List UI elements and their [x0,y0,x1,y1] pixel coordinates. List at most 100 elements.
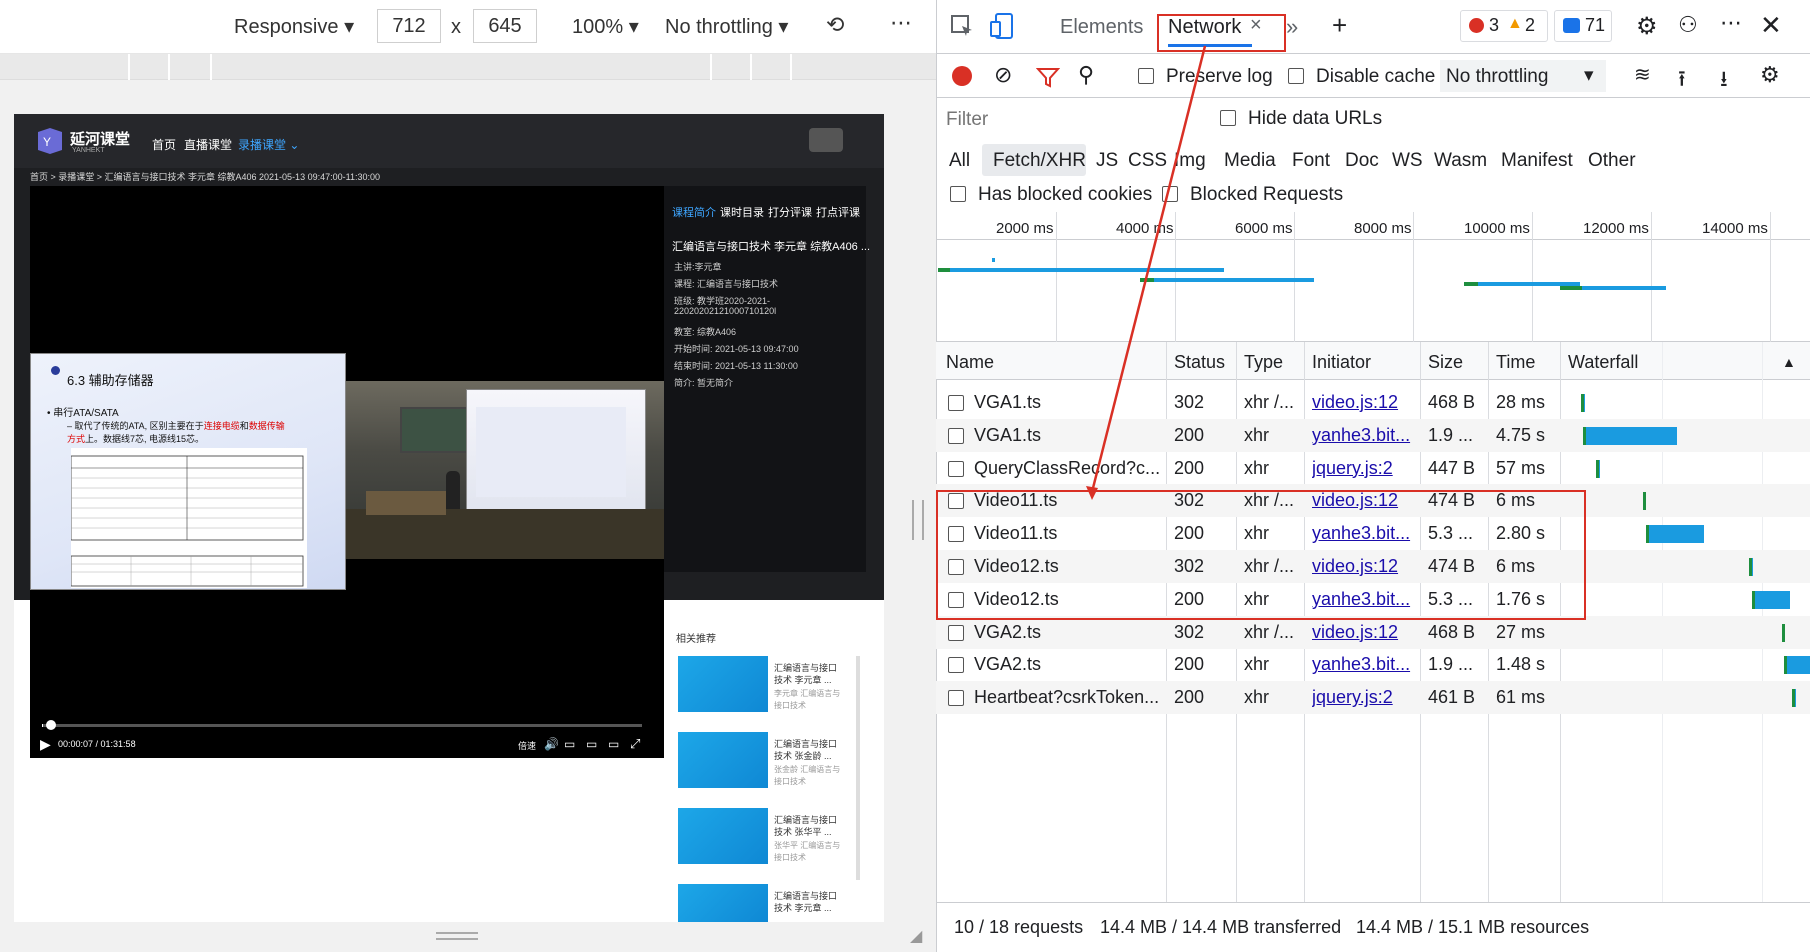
network-settings-icon[interactable]: ⚙ [1760,62,1780,88]
nav-recorded[interactable]: 录播课堂 ⌄ [238,136,299,153]
row-name[interactable]: QueryClassRecord?c... [974,458,1198,479]
kebab-menu-icon[interactable]: ⋯ [1720,10,1742,36]
screen-icon[interactable]: ▭ [586,737,597,751]
network-overview[interactable]: 2000 ms 4000 ms 6000 ms 8000 ms 10000 ms… [936,212,1810,342]
row-initiator[interactable]: yanhe3.bit... [1312,654,1422,675]
rotate-icon[interactable]: ⟲ [826,12,844,38]
type-filter-all[interactable]: All [949,150,970,172]
type-filter-wasm[interactable]: Wasm [1434,150,1487,172]
record-icon[interactable] [952,66,972,86]
tab-mark[interactable]: 打点评课 [816,204,860,220]
nav-home[interactable]: 首页 [152,136,176,153]
request-row[interactable]: QueryClassRecord?c... 200 xhr jquery.js:2 44… [936,452,1810,485]
resize-handle-bottom[interactable] [436,932,478,940]
type-filter-css[interactable]: CSS [1128,150,1167,172]
blocked-requests-checkbox[interactable] [1162,186,1178,202]
request-row[interactable]: VGA2.ts 302 xhr /... video.js:12 468 B 27 ms [936,615,1810,649]
type-filter-js[interactable]: JS [1096,150,1118,172]
request-row[interactable]: VGA1.ts 200 xhr yanhe3.bit... 1.9 ... 4.75 s [936,418,1810,452]
col-time[interactable]: Time [1496,352,1535,373]
avatar[interactable] [809,128,843,152]
type-filter-other[interactable]: Other [1588,150,1636,172]
row-name[interactable]: VGA1.ts [974,425,1198,446]
row-name[interactable]: Heartbeat?csrkToken... [974,687,1198,708]
filter-input[interactable] [942,106,1174,134]
recommend-scrollbar[interactable] [856,656,860,880]
type-filter-fetch-xhr[interactable]: Fetch/XHR [993,150,1086,172]
recommend-thumb[interactable] [678,808,768,864]
resize-corner-icon[interactable]: ◢ [910,926,922,946]
progress-handle[interactable] [46,720,56,730]
row-initiator[interactable]: yanhe3.bit... [1312,425,1422,446]
tab-elements[interactable]: Elements [1060,16,1143,39]
type-filter-manifest[interactable]: Manifest [1501,150,1573,172]
tab-rate[interactable]: 打分评课 [768,204,812,220]
more-options-icon[interactable]: ⋯ [890,10,912,36]
row-initiator[interactable]: jquery.js:2 [1312,458,1422,479]
play-icon[interactable]: ▶ [40,736,51,753]
height-input[interactable]: 645 [473,9,537,43]
filter-icon[interactable] [1036,66,1060,88]
row-name[interactable]: VGA2.ts [974,654,1198,675]
messages-counter[interactable]: 71 [1554,10,1612,42]
layout-icon[interactable]: ▭ [564,737,575,751]
search-icon[interactable]: ⚲ [1078,62,1094,88]
tab-lessons[interactable]: 课时目录 [720,204,764,220]
inspect-icon[interactable] [950,14,974,38]
add-tab-icon[interactable]: + [1332,10,1347,41]
recommend-thumb[interactable] [678,884,768,922]
pip-icon[interactable]: ▭ [608,737,619,751]
col-waterfall[interactable]: Waterfall [1568,352,1638,373]
type-filter-ws[interactable]: WS [1392,150,1423,172]
sort-ascending-icon[interactable]: ▲ [1782,354,1796,370]
row-name[interactable]: VGA1.ts [974,392,1198,413]
request-row[interactable]: VGA2.ts 200 xhr yanhe3.bit... 1.9 ... 1.48 s [936,648,1810,681]
recommend-thumb[interactable] [678,656,768,712]
col-size[interactable]: Size [1428,352,1463,373]
recommend-thumb[interactable] [678,732,768,788]
settings-icon[interactable]: ⚙ [1636,12,1658,41]
type-filter-media[interactable]: Media [1224,150,1276,172]
type-filter-font[interactable]: Font [1292,150,1330,172]
nav-live[interactable]: 直播课堂 [184,136,232,153]
row-initiator[interactable]: jquery.js:2 [1312,687,1422,708]
speed-button[interactable]: 倍速 [518,739,536,752]
hide-data-urls-checkbox[interactable] [1220,110,1236,126]
row-initiator[interactable]: video.js:12 [1312,622,1422,643]
export-har-icon[interactable]: ⭳ [1720,62,1728,100]
col-initiator[interactable]: Initiator [1312,352,1371,373]
width-input[interactable]: 712 [377,9,441,43]
import-har-icon[interactable]: ⭱ [1678,62,1686,100]
network-conditions-icon[interactable]: ≋ [1634,62,1651,87]
blocked-cookies-checkbox[interactable] [950,186,966,202]
disable-cache-checkbox[interactable] [1288,68,1304,84]
fullscreen-icon[interactable]: ⤢ [630,736,640,752]
customize-icon[interactable]: ⚇ [1678,12,1698,38]
zoom-select[interactable]: 100% ▾ [572,14,639,39]
request-row[interactable]: VGA1.ts 302 xhr /... video.js:12 468 B 28 ms [936,386,1810,419]
col-name[interactable]: Name [946,352,994,373]
col-status[interactable]: Status [1174,352,1225,373]
recommend-item-title[interactable]: 汇编语言与接口技术 张金龄 ... [774,738,844,762]
row-initiator[interactable]: video.js:12 [1312,392,1422,413]
tab-intro[interactable]: 课程简介 [672,204,716,220]
recommend-item-title[interactable]: 汇编语言与接口技术 李元章 ... [774,662,844,686]
recommend-item-title[interactable]: 汇编语言与接口技术 张华平 ... [774,814,844,838]
more-tabs-icon[interactable]: » [1286,14,1298,40]
close-devtools-icon[interactable]: ✕ [1760,10,1782,41]
row-name[interactable]: VGA2.ts [974,622,1198,643]
device-throttle-select[interactable]: No throttling ▾ [665,14,788,39]
recommend-item-title[interactable]: 汇编语言与接口技术 李元章 ... [774,890,844,914]
network-throttle-select[interactable]: No throttling ▾ [1440,60,1606,92]
request-row[interactable]: Heartbeat?csrkToken... 200 xhr jquery.js:2 4… [936,681,1810,715]
progress-track[interactable] [42,724,642,727]
resize-handle-side[interactable] [912,500,924,540]
issues-counter[interactable]: 3 ▲ 2 [1460,10,1548,42]
device-mode-select[interactable]: Responsive ▾ [234,14,354,39]
type-filter-doc[interactable]: Doc [1345,150,1379,172]
clear-icon[interactable]: ⊘ [994,62,1012,88]
col-type[interactable]: Type [1244,352,1283,373]
preserve-log-checkbox[interactable] [1138,68,1154,84]
volume-icon[interactable]: 🔊 [544,737,559,751]
device-toggle-icon[interactable] [990,12,1014,40]
